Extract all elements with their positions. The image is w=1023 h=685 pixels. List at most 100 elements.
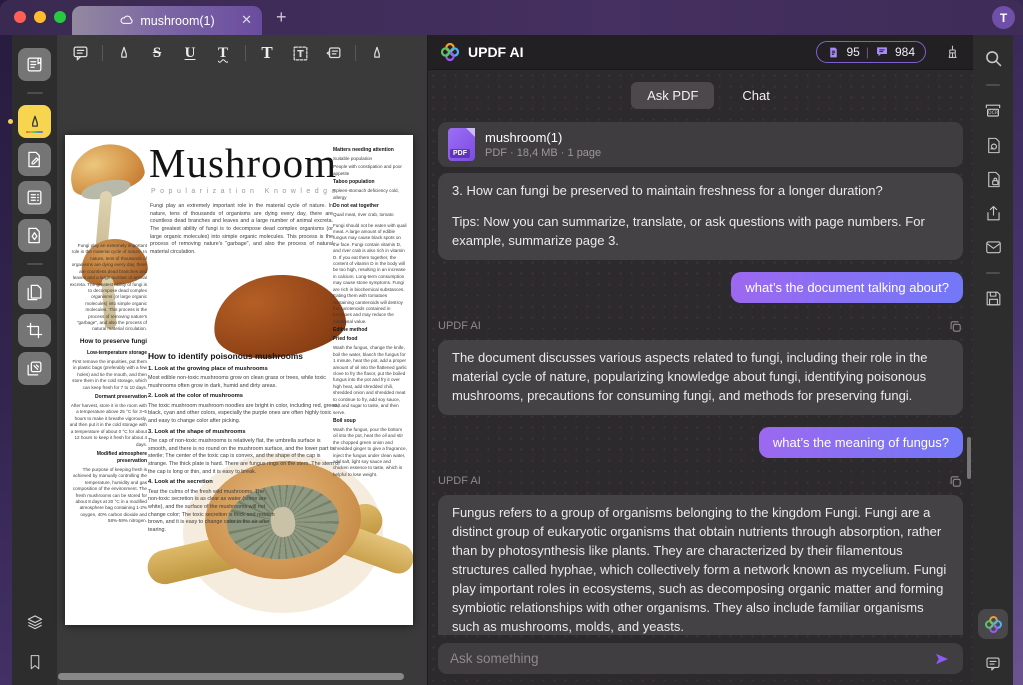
tab-title: mushroom(1) — [140, 14, 214, 28]
send-icon[interactable] — [933, 650, 951, 668]
ask-input[interactable] — [450, 651, 933, 666]
chat-area: Ask PDF Chat PDF mushroom(1) PDF · 18,4 … — [428, 70, 973, 685]
ai-message-text: Tips: Now you can summarize, translate, … — [452, 213, 949, 251]
sidebar-item-batch[interactable] — [18, 352, 51, 385]
sidebar-item-fill-sign[interactable] — [18, 219, 51, 252]
ai-message-text: Fungus refers to a group of organisms be… — [452, 504, 949, 635]
copy-icon[interactable] — [948, 319, 963, 334]
sidebar-item-edit-pdf[interactable] — [18, 143, 51, 176]
credits-badge[interactable]: 95 | 984 — [816, 41, 926, 63]
pdf-file-icon: PDF — [448, 128, 475, 161]
ask-input-container — [438, 643, 963, 674]
doc-text: The cap of non-toxic mushrooms is relati… — [148, 438, 340, 476]
layers-icon[interactable] — [25, 613, 45, 633]
doc-text: Fungi should not be eaten with quail mea… — [333, 223, 407, 326]
pdf-viewer-panel: S U T T T — [57, 35, 427, 685]
sidebar-item-organize-pages[interactable] — [18, 181, 51, 214]
doc-text: Wash the fungus, change the knife, boil … — [333, 345, 407, 416]
account-avatar[interactable]: T — [992, 6, 1015, 29]
sidebar-item-comment[interactable] — [18, 105, 51, 138]
ai-message: Fungus refers to a group of organisms be… — [438, 495, 963, 635]
search-icon[interactable] — [983, 48, 1004, 69]
document-intro: Fungi play an extremely important role i… — [150, 203, 333, 257]
ai-panel-header: UPDF AI 95 | 984 — [428, 35, 973, 70]
new-tab-button[interactable]: + — [276, 8, 287, 26]
doc-heading: How to preserve fungi — [69, 338, 147, 347]
bookmark-icon[interactable] — [26, 653, 44, 671]
titlebar: mushroom(1) ✕ + T — [0, 0, 1023, 35]
ai-message-header: UPDF AI — [438, 319, 963, 334]
annotation-toolbar: S U T T T — [57, 35, 427, 71]
chat-credit-icon — [875, 45, 889, 59]
chat-messages: 3. How can fungi be preserved to maintai… — [438, 167, 963, 635]
vertical-scrollbar[interactable] — [967, 437, 971, 479]
ai-sender-label: UPDF AI — [438, 475, 481, 487]
doc-heading: 3. Look at the shape of mushrooms — [148, 428, 340, 436]
callout-icon[interactable] — [320, 40, 346, 66]
svg-text:T: T — [297, 49, 304, 60]
pdf-page: Mushroom Popularization Knowledge Fungi … — [65, 135, 413, 625]
strikethrough-icon[interactable]: S — [144, 40, 170, 66]
document-center-column: How to identify poisonous mushrooms 1. L… — [148, 351, 340, 537]
close-window-button[interactable] — [14, 11, 26, 23]
clear-chat-icon[interactable] — [944, 44, 961, 61]
file-card-name: mushroom(1) — [485, 130, 601, 145]
updf-ai-sidebar-button[interactable] — [978, 609, 1008, 639]
edit-pdf-icon — [25, 150, 44, 169]
active-indicator-dot — [8, 119, 13, 124]
rainbow-underline — [26, 131, 43, 134]
pen-icon[interactable] — [364, 40, 390, 66]
document-right-column: Matters needing attention Suitable popul… — [333, 147, 407, 480]
doc-text: Quail meat, river crab, tomato — [333, 212, 407, 218]
tab-close-icon[interactable]: ✕ — [241, 13, 252, 26]
desktop-edge-right — [1013, 35, 1023, 685]
protect-file-icon[interactable] — [984, 170, 1003, 189]
doc-heading: Taboo population — [333, 179, 407, 186]
note-icon[interactable] — [67, 40, 93, 66]
doc-heading: 2. Look at the color of mushrooms — [148, 392, 340, 400]
doc-heading: Boil soup — [333, 418, 407, 425]
share-icon[interactable] — [984, 204, 1003, 223]
squiggly-underline-icon[interactable]: T — [210, 40, 236, 66]
fill-sign-icon — [25, 226, 44, 245]
file-card[interactable]: PDF mushroom(1) PDF · 18,4 MB · 1 page — [438, 122, 963, 167]
sidebar-item-convert[interactable] — [18, 276, 51, 309]
doc-text: The purpose of keeping fresh is achieved… — [69, 467, 147, 525]
doc-heading: Modified atmosphere preservation — [69, 451, 147, 465]
textbox-icon[interactable]: T — [287, 40, 313, 66]
badge-separator: | — [866, 45, 869, 59]
ai-message: The document discusses various aspects r… — [438, 340, 963, 415]
convert-file-icon[interactable] — [984, 136, 1003, 155]
sidebar-divider — [27, 92, 43, 94]
horizontal-scrollbar[interactable] — [58, 673, 404, 680]
pdf-canvas[interactable]: Mushroom Popularization Knowledge Fungi … — [57, 71, 427, 685]
document-tab[interactable]: mushroom(1) ✕ — [72, 6, 262, 35]
doc-heading: Low-temperature storage — [69, 350, 147, 357]
doc-credit-icon — [827, 46, 840, 59]
save-icon[interactable] — [984, 289, 1003, 308]
text-icon[interactable]: T — [254, 40, 280, 66]
doc-heading: Do not eat together — [333, 203, 407, 210]
doc-text: After harvest, store it in the room with… — [69, 403, 147, 448]
ai-message-text: 3. How can fungi be preserved to maintai… — [452, 182, 949, 201]
tab-ask-pdf[interactable]: Ask PDF — [631, 82, 714, 109]
underline-icon[interactable]: U — [177, 40, 203, 66]
tab-chat[interactable]: Chat — [742, 88, 769, 103]
ocr-icon[interactable]: OCR — [983, 101, 1003, 121]
file-card-meta: PDF · 18,4 MB · 1 page — [485, 147, 601, 159]
doc-text: Most edible non-toxic mushrooms grow on … — [148, 375, 340, 390]
sidebar-divider — [986, 84, 1000, 86]
right-sidebar: OCR — [973, 35, 1013, 685]
ai-message-text: The document discusses various aspects r… — [452, 349, 949, 406]
minimize-window-button[interactable] — [34, 11, 46, 23]
highlighter-icon — [26, 113, 44, 131]
highlight-icon[interactable] — [111, 40, 137, 66]
sidebar-item-reader[interactable] — [18, 48, 51, 81]
ai-message-header: UPDF AI — [438, 474, 963, 489]
mail-icon[interactable] — [984, 238, 1003, 257]
sidebar-item-crop[interactable] — [18, 314, 51, 347]
maximize-window-button[interactable] — [54, 11, 66, 23]
feedback-icon[interactable] — [984, 655, 1002, 673]
copy-icon[interactable] — [948, 474, 963, 489]
doc-heading: Edible method — [333, 327, 407, 334]
